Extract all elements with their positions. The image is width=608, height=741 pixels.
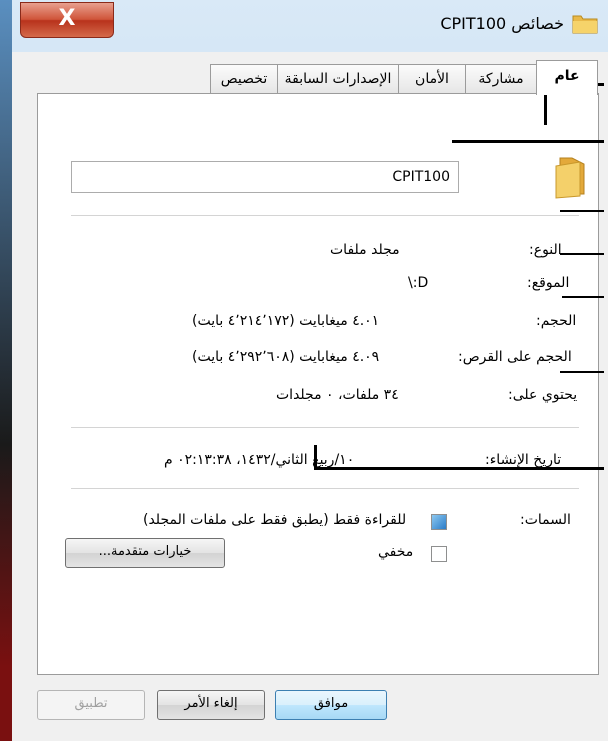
tab-previous-versions[interactable]: الإصدارات السابقة <box>277 64 399 93</box>
size-value: ٤.٠١ ميغابايت (٤٬٢١٤٬١٧٢ بايت) <box>192 313 380 329</box>
callout-line <box>560 371 604 373</box>
folder-name-input[interactable] <box>71 161 459 193</box>
dialog-body: عام مشاركة الأمان الإصدارات السابقة تخصي… <box>12 52 608 741</box>
created-label: تاريخ الإنشاء: <box>485 452 562 468</box>
created-value: ١٠/ربيع الثاني/١٤٣٢، ٠٢:١٣:٣٨ م <box>164 452 355 468</box>
type-value: مجلد ملفات <box>330 242 400 258</box>
ok-button[interactable]: موافق <box>275 690 387 720</box>
type-label: النوع: <box>529 242 562 258</box>
background-strip <box>0 0 12 741</box>
tab-sharing[interactable]: مشاركة <box>465 64 537 93</box>
size-on-disk-value: ٤.٠٩ ميغابايت (٤٬٢٩٢٬٦٠٨ بايت) <box>192 349 380 365</box>
cancel-button[interactable]: إلغاء الأمر <box>157 690 265 720</box>
advanced-button[interactable]: خيارات متقدمة... <box>65 538 225 568</box>
close-button[interactable]: X <box>20 2 114 38</box>
callout-line <box>560 253 604 255</box>
hidden-checkbox[interactable] <box>431 546 447 562</box>
size-label: الحجم: <box>536 313 577 329</box>
title-bar[interactable]: X خصائص CPIT100 <box>0 0 608 52</box>
divider <box>71 215 579 216</box>
tab-general[interactable]: عام <box>536 60 598 95</box>
attributes-label: السمات: <box>520 512 571 528</box>
contains-value: ٣٤ ملفات، ٠ مجلدات <box>276 387 399 403</box>
readonly-label[interactable]: للقراءة فقط (يطبق فقط على ملفات المجلد) <box>143 512 406 528</box>
window-title: خصائص CPIT100 <box>440 14 564 33</box>
tab-security[interactable]: الأمان <box>398 64 466 93</box>
size-on-disk-label: الحجم على القرص: <box>458 349 572 365</box>
callout-line <box>314 467 604 470</box>
contains-label: يحتوي على: <box>508 387 578 403</box>
callout-line <box>314 445 317 469</box>
folder-icon <box>572 15 598 34</box>
callout-line <box>452 140 604 143</box>
divider <box>71 427 579 428</box>
location-value: D:\ <box>408 275 429 291</box>
hidden-label[interactable]: مخفي <box>378 544 413 560</box>
readonly-checkbox[interactable] <box>431 514 447 530</box>
callout-line <box>562 296 604 298</box>
location-label: الموقع: <box>527 275 570 291</box>
tab-panel-general: النوع: مجلد ملفات الموقع: D:\ الحجم: ٤.٠… <box>37 93 599 675</box>
tab-customize[interactable]: تخصيص <box>210 64 278 93</box>
divider <box>71 488 579 489</box>
folder-icon <box>555 157 585 199</box>
close-icon: X <box>58 6 76 31</box>
apply-button: تطبيق <box>37 690 145 720</box>
callout-line <box>560 210 604 212</box>
properties-window: X خصائص CPIT100 عام مشاركة الأمان الإصدا… <box>0 0 608 741</box>
